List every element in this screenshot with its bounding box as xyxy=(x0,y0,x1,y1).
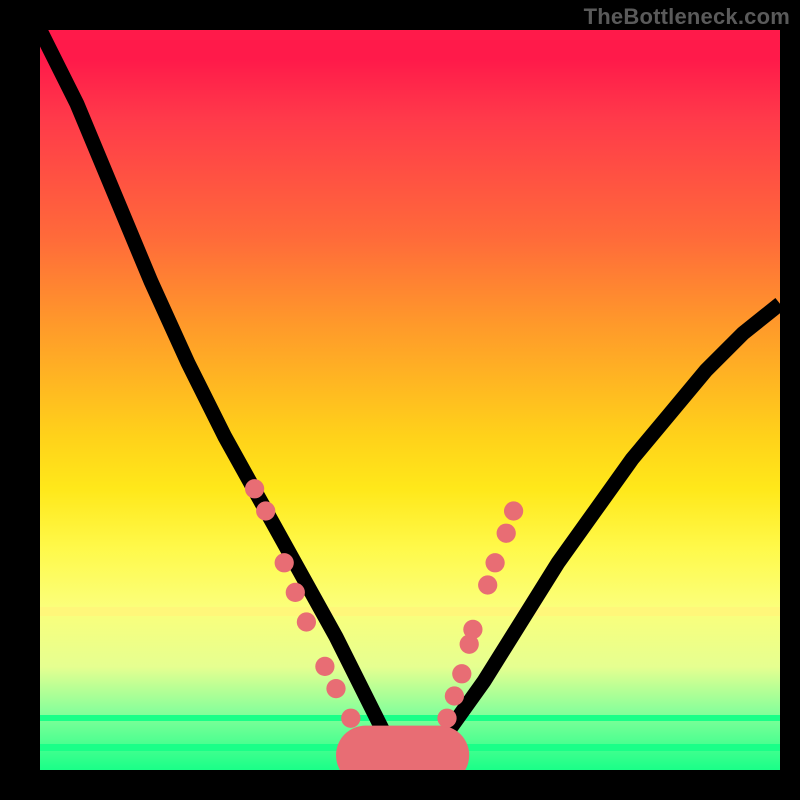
data-marker xyxy=(485,553,504,572)
data-marker xyxy=(297,612,316,631)
attribution-label: TheBottleneck.com xyxy=(584,4,790,30)
data-marker xyxy=(437,709,456,728)
data-marker xyxy=(341,709,360,728)
data-marker xyxy=(478,575,497,594)
data-marker xyxy=(463,620,482,639)
data-marker xyxy=(326,679,345,698)
data-marker xyxy=(315,657,334,676)
bottleneck-curve xyxy=(40,30,780,755)
data-marker xyxy=(497,524,516,543)
data-marker xyxy=(286,583,305,602)
chart-stage: TheBottleneck.com xyxy=(0,0,800,800)
data-marker xyxy=(275,553,294,572)
data-marker xyxy=(452,664,471,683)
data-marker xyxy=(245,479,264,498)
plot-area xyxy=(40,30,780,770)
data-marker xyxy=(256,501,275,520)
data-marker xyxy=(445,686,464,705)
curve-layer xyxy=(40,30,780,770)
data-marker xyxy=(504,501,523,520)
